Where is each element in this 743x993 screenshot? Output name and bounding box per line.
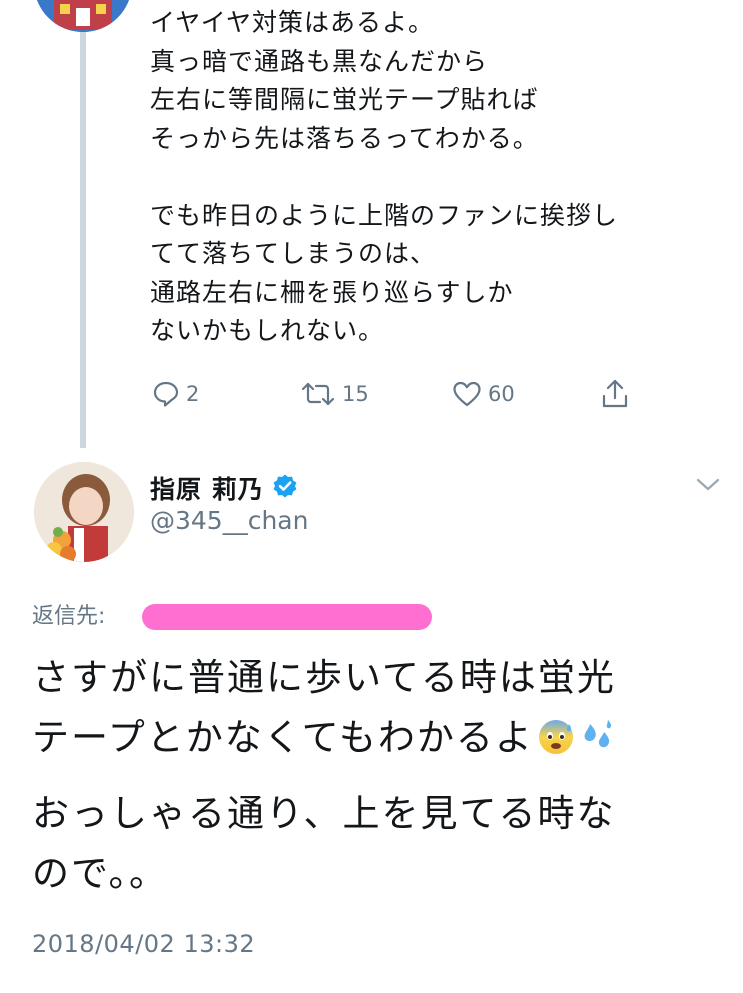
- retweet-count: 15: [342, 382, 369, 406]
- tweet-text-line: ので。。: [32, 852, 169, 895]
- share-icon: [600, 378, 630, 410]
- retweet-icon: [300, 380, 336, 408]
- parent-tweet-text: イヤイヤ対策はあるよ。 真っ暗で通路も黒なんだから 左右に等間隔に蛍光テープ貼れ…: [150, 4, 710, 351]
- like-button[interactable]: 60: [452, 374, 515, 414]
- parent-text-line: ないかもしれない。: [150, 316, 385, 345]
- chevron-down-icon: [694, 478, 722, 498]
- redacted-mention: [142, 604, 432, 630]
- author-name-row: 指原 莉乃: [150, 468, 298, 508]
- parent-text-line: そっから先は落ちるってわかる。: [150, 123, 539, 153]
- parent-text-line: 通路左右に柵を張り巡らすしか: [150, 277, 514, 307]
- tweet-text-line: テープとかなくてもわかるよ: [32, 716, 534, 759]
- tweet-text-line-with-emoji: テープとかなくてもわかるよ: [32, 708, 722, 768]
- author-display-name[interactable]: 指原 莉乃: [150, 470, 264, 506]
- reply-icon: [152, 380, 180, 408]
- sweat-droplets-emoji-icon: [578, 714, 618, 774]
- author-handle[interactable]: @345__chan: [150, 506, 308, 535]
- reply-count: 2: [186, 382, 200, 406]
- parent-text-line: でも昨日のように上階のファンに挨拶し: [150, 200, 619, 230]
- like-count: 60: [488, 382, 515, 406]
- tweet-text-line: おっしゃる通り、上を見てる時な: [32, 792, 616, 835]
- author-avatar[interactable]: [34, 462, 134, 562]
- reply-to-line: 返信先:: [32, 596, 105, 632]
- tweet-timestamp[interactable]: 2018/04/02 13:32: [32, 930, 255, 958]
- heart-icon: [452, 380, 482, 408]
- tweet-text: さすがに普通に歩いてる時は蛍光 テープとかなくてもわかるよ おっしゃる通り、上を…: [32, 648, 722, 904]
- verified-badge-icon: [272, 473, 298, 503]
- reply-button[interactable]: 2: [152, 374, 199, 414]
- tweet-options-button[interactable]: [694, 474, 722, 498]
- parent-text-line: イヤイヤ対策はあるよ。: [150, 8, 435, 37]
- parent-text-line: 左右に等間隔に蛍光テープ貼れば: [150, 85, 539, 114]
- thread-connector-line: [80, 0, 86, 448]
- reply-to-label: 返信先:: [32, 604, 106, 629]
- share-button[interactable]: [600, 374, 630, 414]
- parent-tweet-action-bar: 2 15 60: [150, 374, 650, 414]
- parent-text-line: 真っ暗で通路も黒なんだから: [150, 46, 489, 76]
- parent-text-line: てて落ちてしまうのは、: [150, 239, 437, 268]
- parent-tweet-avatar[interactable]: [34, 0, 132, 32]
- tweet-text-line: さすがに普通に歩いてる時は蛍光: [32, 656, 616, 699]
- retweet-button[interactable]: 15: [300, 374, 369, 414]
- anxious-face-with-sweat-emoji-icon: [536, 714, 576, 774]
